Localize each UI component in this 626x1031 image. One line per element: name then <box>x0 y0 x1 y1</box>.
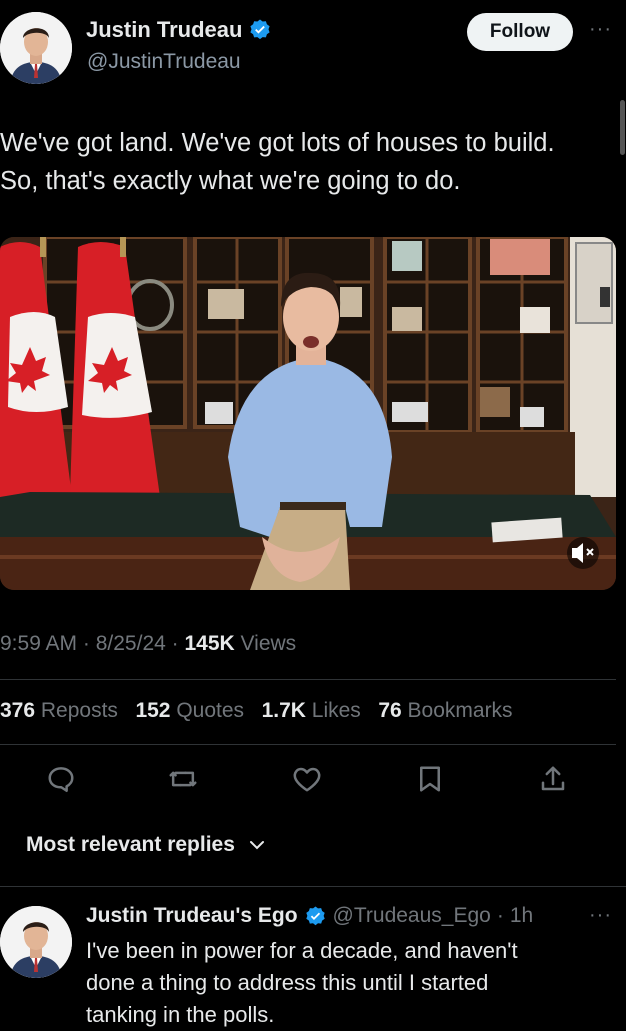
bookmark-icon[interactable] <box>416 764 444 794</box>
reply-more-options-icon[interactable]: ··· <box>589 904 612 927</box>
verified-badge-icon <box>250 19 271 40</box>
repost-icon[interactable] <box>167 764 199 794</box>
tweet-text-line-2: So, that's exactly what we're going to d… <box>0 167 461 195</box>
divider <box>0 679 616 680</box>
heart-icon[interactable] <box>292 765 322 793</box>
follow-button[interactable]: Follow <box>467 13 573 51</box>
reply-text-line-1: I've been in power for a decade, and hav… <box>86 938 518 963</box>
mute-icon[interactable] <box>567 537 599 569</box>
reply-time[interactable]: 1h <box>510 904 533 928</box>
likes-stat[interactable]: 1.7K Likes <box>262 699 361 722</box>
bookmarks-stat[interactable]: 76 Bookmarks <box>378 699 512 722</box>
engagement-stats: 376 Reposts 152 Quotes 1.7K Likes 76 Boo… <box>0 699 513 723</box>
reply-separator: · <box>496 904 504 927</box>
author-handle[interactable]: @JustinTrudeau <box>87 50 241 74</box>
reply-avatar[interactable] <box>0 906 72 978</box>
reply-text-line-3: tanking in the polls. <box>86 1002 275 1027</box>
views-label: Views <box>240 632 297 655</box>
reposts-stat[interactable]: 376 Reposts <box>0 699 118 722</box>
tweet-time[interactable]: 9:59 AM <box>0 632 77 655</box>
video-frame <box>0 237 616 590</box>
share-icon[interactable] <box>539 764 567 794</box>
author-avatar[interactable] <box>0 12 72 84</box>
replies-sort-toggle[interactable]: Most relevant replies <box>26 833 267 857</box>
chevron-down-icon[interactable] <box>247 838 267 852</box>
reply-header: Justin Trudeau's Ego @Trudeaus_Ego · 1h <box>86 904 533 928</box>
author-name[interactable]: Justin Trudeau <box>86 17 272 43</box>
more-options-icon[interactable]: ··· <box>589 18 612 41</box>
tweet-date[interactable]: 8/25/24 <box>96 632 166 655</box>
tweet-meta: 9:59 AM · 8/25/24 · 145K Views <box>0 632 296 656</box>
reply-author-handle[interactable]: @Trudeaus_Ego <box>333 904 491 928</box>
replies-header-label[interactable]: Most relevant replies <box>26 833 235 857</box>
tweet-text-line-1: We've got land. We've got lots of houses… <box>0 129 555 157</box>
quotes-stat[interactable]: 152 Quotes <box>135 699 244 722</box>
reply-author-name[interactable]: Justin Trudeau's Ego <box>86 904 298 928</box>
author-name-text[interactable]: Justin Trudeau <box>86 17 242 43</box>
verified-badge-icon <box>305 905 325 925</box>
tweet-video[interactable] <box>0 237 616 590</box>
divider <box>0 744 616 745</box>
scrollbar[interactable] <box>620 100 625 155</box>
views-count: 145K <box>184 632 235 655</box>
meta-separator: · <box>82 632 96 655</box>
reply-icon[interactable] <box>46 764 76 794</box>
divider <box>0 886 626 887</box>
reply-text-line-2: done a thing to address this until I sta… <box>86 970 489 995</box>
meta-separator: · <box>171 632 185 655</box>
